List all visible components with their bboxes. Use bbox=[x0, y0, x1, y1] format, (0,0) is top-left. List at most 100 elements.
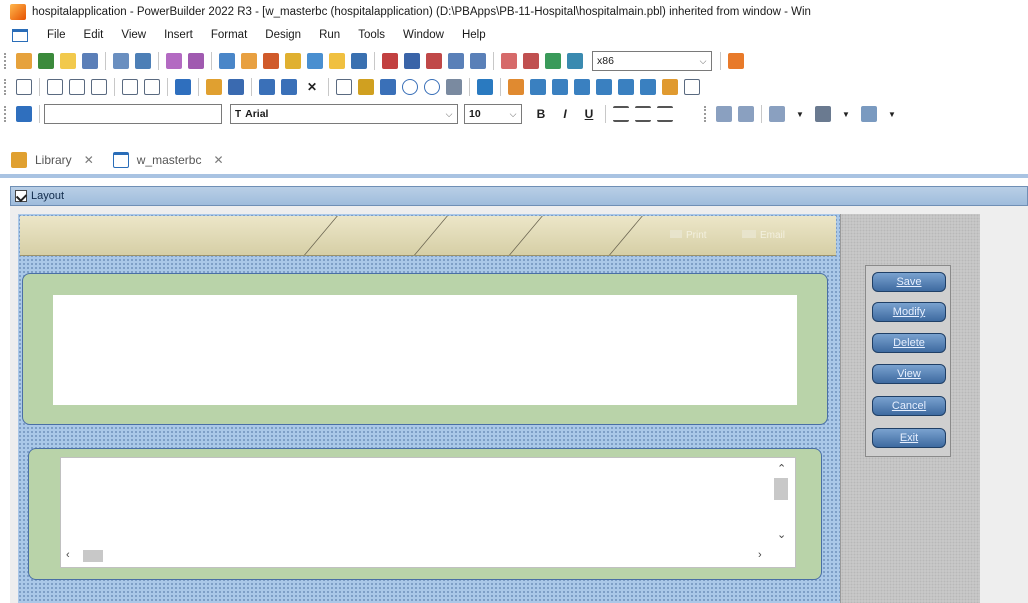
filter-icon[interactable] bbox=[358, 79, 374, 95]
font-size-select[interactable]: 10 ⌵ bbox=[464, 104, 522, 124]
deploy-icon[interactable] bbox=[135, 53, 151, 69]
menu-file[interactable]: File bbox=[38, 29, 75, 41]
email-label[interactable]: Email bbox=[742, 230, 785, 241]
layer-front-icon[interactable] bbox=[716, 106, 732, 122]
align-controls-icon[interactable] bbox=[769, 106, 785, 122]
layout-checkbox-icon[interactable] bbox=[15, 190, 27, 202]
monitor-icon[interactable] bbox=[404, 53, 420, 69]
menu-format[interactable]: Format bbox=[202, 29, 256, 41]
scroll-left-icon[interactable]: ‹ bbox=[66, 549, 70, 561]
chevron-down-icon[interactable]: ▼ bbox=[883, 105, 901, 123]
exit-icon[interactable] bbox=[728, 53, 744, 69]
go-icon[interactable] bbox=[545, 53, 561, 69]
toolbar-grip[interactable] bbox=[4, 79, 7, 95]
run-icon[interactable] bbox=[188, 53, 204, 69]
underline-button[interactable]: U bbox=[580, 105, 598, 123]
list-icon[interactable] bbox=[219, 53, 235, 69]
report-icon[interactable] bbox=[618, 79, 634, 95]
window-icon[interactable] bbox=[448, 53, 464, 69]
undo-icon[interactable] bbox=[122, 79, 138, 95]
cancel-button[interactable]: Cancel bbox=[872, 396, 946, 416]
style-icon[interactable] bbox=[16, 106, 32, 122]
toolbar-grip[interactable] bbox=[4, 53, 7, 69]
cut-icon[interactable] bbox=[47, 79, 63, 95]
modify-button[interactable]: Modify bbox=[872, 302, 946, 322]
build-icon[interactable] bbox=[113, 53, 129, 69]
datawindow-icon[interactable] bbox=[241, 53, 257, 69]
browser-icon[interactable] bbox=[426, 53, 442, 69]
query-icon[interactable] bbox=[263, 53, 279, 69]
delete-button[interactable]: Delete bbox=[872, 333, 946, 353]
library-painter-icon[interactable] bbox=[82, 53, 98, 69]
graph-icon[interactable] bbox=[596, 79, 612, 95]
delete-icon[interactable]: ✕ bbox=[303, 78, 321, 96]
menu-view[interactable]: View bbox=[112, 29, 155, 41]
align-right-icon[interactable] bbox=[657, 106, 673, 122]
chevron-down-icon[interactable]: ▼ bbox=[837, 105, 855, 123]
save-icon[interactable] bbox=[16, 79, 32, 95]
inherit-icon[interactable] bbox=[38, 53, 54, 69]
platform-select[interactable]: x86 ⌵ bbox=[592, 51, 712, 71]
pipeline-icon[interactable] bbox=[285, 53, 301, 69]
menu-insert[interactable]: Insert bbox=[155, 29, 202, 41]
tab-library[interactable]: Library ✕ bbox=[0, 147, 102, 173]
align-center-icon[interactable] bbox=[635, 106, 651, 122]
grid-icon[interactable] bbox=[336, 79, 352, 95]
font-select[interactable]: T Arial ⌵ bbox=[230, 104, 458, 124]
menu-icon[interactable] bbox=[470, 53, 486, 69]
layer-back-icon[interactable] bbox=[738, 106, 754, 122]
menu-run[interactable]: Run bbox=[310, 29, 349, 41]
redo-icon[interactable] bbox=[144, 79, 160, 95]
scroll-down-icon[interactable]: ⌄ bbox=[777, 528, 786, 541]
refresh-icon[interactable] bbox=[567, 53, 583, 69]
ole-icon[interactable] bbox=[640, 79, 656, 95]
table-icon[interactable] bbox=[684, 79, 700, 95]
horizontal-scrollbar-thumb[interactable] bbox=[83, 550, 103, 562]
menu-design[interactable]: Design bbox=[256, 29, 310, 41]
tab-order-icon[interactable] bbox=[206, 79, 222, 95]
style-input[interactable] bbox=[44, 104, 222, 124]
print-label[interactable]: Print bbox=[670, 230, 707, 241]
text-icon[interactable] bbox=[552, 79, 568, 95]
menu-window[interactable]: Window bbox=[394, 29, 453, 41]
bold-button[interactable]: B bbox=[532, 105, 550, 123]
picture-icon[interactable] bbox=[574, 79, 590, 95]
database-icon[interactable] bbox=[307, 53, 323, 69]
column-icon[interactable] bbox=[530, 79, 546, 95]
menu-help[interactable]: Help bbox=[453, 29, 495, 41]
background-color-icon[interactable] bbox=[815, 106, 831, 122]
replace-icon[interactable] bbox=[446, 79, 462, 95]
chevron-down-icon[interactable]: ▼ bbox=[791, 105, 809, 123]
new-icon[interactable] bbox=[16, 53, 32, 69]
toolbar-grip[interactable] bbox=[4, 106, 7, 122]
exit-button[interactable]: Exit bbox=[872, 428, 946, 448]
skip-icon[interactable] bbox=[501, 53, 517, 69]
italic-button[interactable]: I bbox=[556, 105, 574, 123]
menu-tools[interactable]: Tools bbox=[349, 29, 394, 41]
sort-icon[interactable] bbox=[380, 79, 396, 95]
compute-icon[interactable] bbox=[508, 79, 524, 95]
toolbar-grip[interactable] bbox=[704, 106, 707, 122]
properties-icon[interactable] bbox=[281, 79, 297, 95]
tab-w-masterbc[interactable]: w_masterbc ✕ bbox=[101, 147, 232, 173]
scroll-up-icon[interactable]: ⌃ bbox=[777, 462, 786, 475]
datawindow-bottom[interactable] bbox=[60, 457, 796, 568]
view-button[interactable]: View bbox=[872, 364, 946, 384]
save-button[interactable]: Save bbox=[872, 272, 946, 292]
menu-edit[interactable]: Edit bbox=[75, 29, 113, 41]
build-object-icon[interactable] bbox=[477, 79, 493, 95]
window-menu-icon[interactable] bbox=[12, 28, 28, 42]
paste-icon[interactable] bbox=[91, 79, 107, 95]
edit-icon[interactable] bbox=[351, 53, 367, 69]
vertical-scrollbar-thumb[interactable] bbox=[774, 478, 788, 500]
find-next-icon[interactable] bbox=[424, 79, 440, 95]
group-icon[interactable] bbox=[662, 79, 678, 95]
script-icon[interactable] bbox=[259, 79, 275, 95]
text-color-icon[interactable] bbox=[861, 106, 877, 122]
search-icon[interactable] bbox=[402, 79, 418, 95]
close-icon[interactable]: ✕ bbox=[84, 153, 94, 167]
debug-icon[interactable] bbox=[166, 53, 182, 69]
profiling-icon[interactable] bbox=[382, 53, 398, 69]
copy-icon[interactable] bbox=[69, 79, 85, 95]
structure-icon[interactable] bbox=[329, 53, 345, 69]
